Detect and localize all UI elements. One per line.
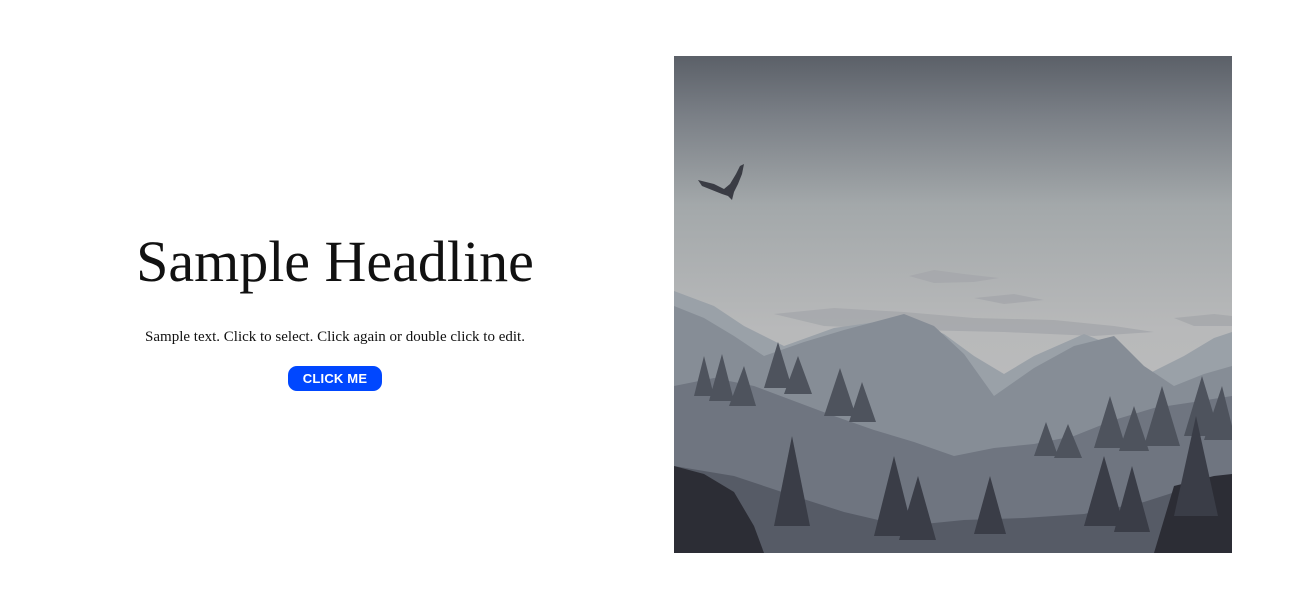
click-me-button[interactable]: CLICK ME — [288, 366, 382, 391]
mountain-landscape-illustration — [674, 56, 1232, 553]
page-title[interactable]: Sample Headline — [0, 226, 670, 298]
mountain-landscape-image[interactable] — [674, 56, 1232, 553]
sample-text[interactable]: Sample text. Click to select. Click agai… — [0, 327, 670, 347]
page: Sample Headline Sample text. Click to se… — [0, 0, 1290, 610]
hero-text-block: Sample Headline Sample text. Click to se… — [0, 0, 670, 610]
